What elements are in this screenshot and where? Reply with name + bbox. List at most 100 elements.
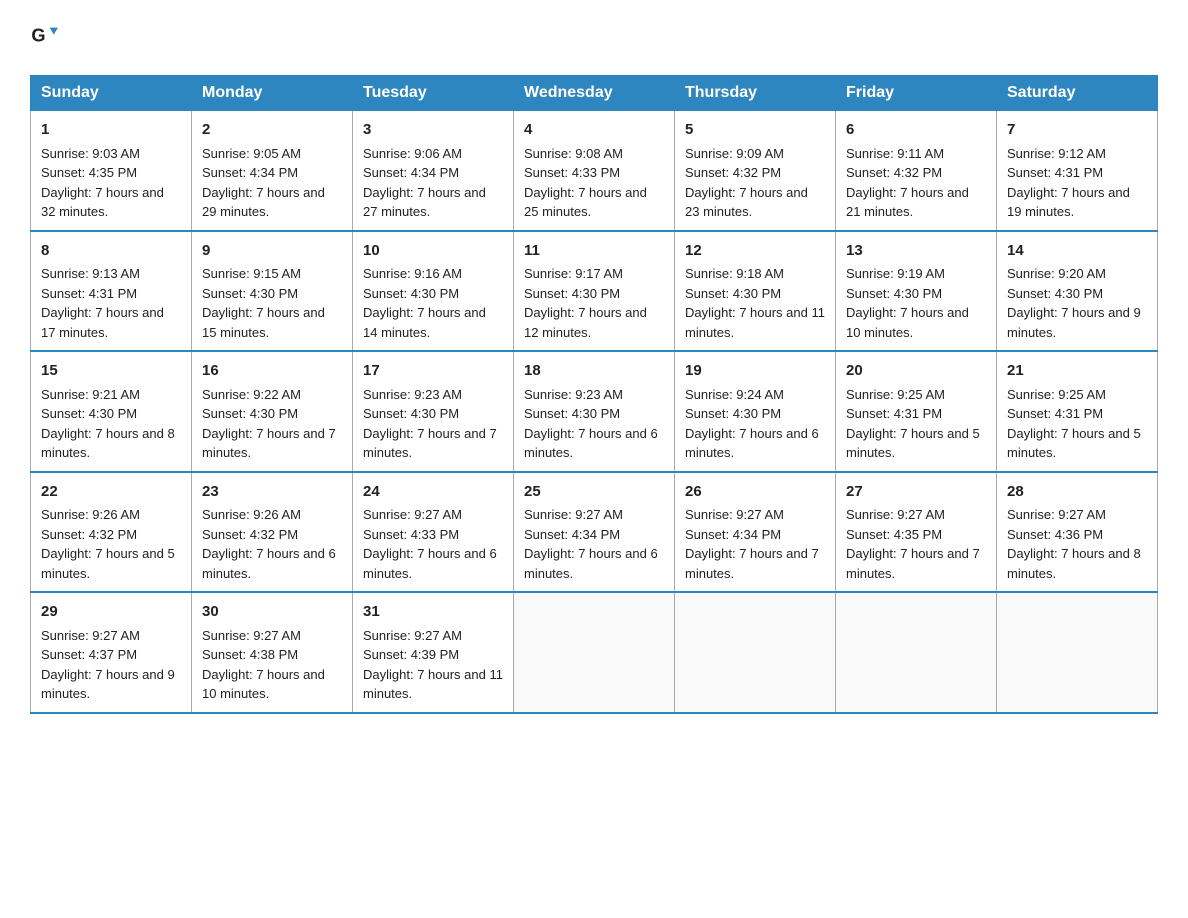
sunrise: Sunrise: 9:12 AM — [1007, 146, 1106, 161]
day-number: 2 — [202, 119, 342, 142]
daylight: Daylight: 7 hours and 6 minutes. — [685, 426, 819, 461]
day-number: 24 — [363, 481, 503, 504]
day-number: 10 — [363, 240, 503, 263]
sunrise: Sunrise: 9:17 AM — [524, 266, 623, 281]
week-row-2: 8Sunrise: 9:13 AMSunset: 4:31 PMDaylight… — [31, 231, 1158, 352]
week-row-5: 29 Sunrise: 9:27 AM Sunset: 4:37 PM Dayligh… — [31, 592, 1158, 713]
sunset: Sunset: 4:30 PM — [41, 406, 137, 421]
sunset: Sunset: 4:34 PM — [685, 527, 781, 542]
calendar-table: SundayMondayTuesdayWednesdayThursdayFrid… — [30, 75, 1158, 714]
sunrise: Sunrise: 9:26 AM — [202, 507, 301, 522]
sunrise: Sunrise: 9:08 AM — [524, 146, 623, 161]
daylight: Daylight: 7 hours and 6 minutes. — [363, 546, 497, 581]
logo: G — [30, 20, 62, 55]
day-number: 12 — [685, 240, 825, 263]
sunrise: Sunrise: 9:19 AM — [846, 266, 945, 281]
day-number: 6 — [846, 119, 986, 142]
sunset: Sunset: 4:33 PM — [363, 527, 459, 542]
sunset: Sunset: 4:35 PM — [846, 527, 942, 542]
sunset: Sunset: 4:30 PM — [1007, 286, 1103, 301]
day-number: 14 — [1007, 240, 1147, 263]
daylight: Daylight: 7 hours and 5 minutes. — [41, 546, 175, 581]
daylight: Daylight: 7 hours and 6 minutes. — [524, 426, 658, 461]
sunrise: Sunrise: 9:27 AM — [202, 628, 301, 643]
day-number: 9 — [202, 240, 342, 263]
daylight: Daylight: 7 hours and 21 minutes. — [846, 185, 969, 220]
sunrise: Sunrise: 9:27 AM — [363, 507, 462, 522]
sunrise: Sunrise: 9:24 AM — [685, 387, 784, 402]
sunrise: Sunrise: 9:25 AM — [1007, 387, 1106, 402]
daylight: Daylight: 7 hours and 7 minutes. — [846, 546, 980, 581]
sunset: Sunset: 4:37 PM — [41, 647, 137, 662]
day-number: 1 — [41, 119, 181, 142]
calendar-cell: 10Sunrise: 9:16 AMSunset: 4:30 PMDayligh… — [353, 231, 514, 352]
daylight: Daylight: 7 hours and 7 minutes. — [202, 426, 336, 461]
calendar-cell: 6Sunrise: 9:11 AMSunset: 4:32 PMDaylight… — [836, 111, 997, 231]
sunset: Sunset: 4:31 PM — [1007, 165, 1103, 180]
calendar-cell: 30Sunrise: 9:27 AMSunset: 4:38 PMDayligh… — [192, 592, 353, 713]
sunrise: Sunrise: 9:05 AM — [202, 146, 301, 161]
sunset: Sunset: 4:32 PM — [846, 165, 942, 180]
sunset: Sunset: 4:33 PM — [524, 165, 620, 180]
calendar-cell: 20Sunrise: 9:25 AMSunset: 4:31 PMDayligh… — [836, 351, 997, 472]
calendar-cell: 23Sunrise: 9:26 AMSunset: 4:32 PMDayligh… — [192, 472, 353, 593]
calendar-cell: 5Sunrise: 9:09 AMSunset: 4:32 PMDaylight… — [675, 111, 836, 231]
sunset: Sunset: 4:31 PM — [846, 406, 942, 421]
calendar-cell: 16Sunrise: 9:22 AMSunset: 4:30 PMDayligh… — [192, 351, 353, 472]
sunset: Sunset: 4:30 PM — [685, 406, 781, 421]
sunrise: Sunrise: 9:16 AM — [363, 266, 462, 281]
calendar-cell: 21Sunrise: 9:25 AMSunset: 4:31 PMDayligh… — [997, 351, 1158, 472]
sunrise: Sunrise: 9:13 AM — [41, 266, 140, 281]
sunrise: Sunrise: 9:21 AM — [41, 387, 140, 402]
calendar-cell — [997, 592, 1158, 713]
day-number: 20 — [846, 360, 986, 383]
daylight: Daylight: 7 hours and 12 minutes. — [524, 305, 647, 340]
calendar-cell: 4Sunrise: 9:08 AMSunset: 4:33 PMDaylight… — [514, 111, 675, 231]
sunrise: Sunrise: 9:23 AM — [363, 387, 462, 402]
calendar-cell: 17Sunrise: 9:23 AMSunset: 4:30 PMDayligh… — [353, 351, 514, 472]
day-number: 23 — [202, 481, 342, 504]
calendar-cell: 31Sunrise: 9:27 AMSunset: 4:39 PMDayligh… — [353, 592, 514, 713]
calendar-cell: 24 Sunrise: 9:27 AM Sunset: 4:33 PM Dayligh… — [353, 472, 514, 593]
calendar-cell: 3Sunrise: 9:06 AMSunset: 4:34 PMDaylight… — [353, 111, 514, 231]
day-number: 4 — [524, 119, 664, 142]
sunrise: Sunrise: 9:22 AM — [202, 387, 301, 402]
day-number: 17 — [363, 360, 503, 383]
sunset: Sunset: 4:30 PM — [685, 286, 781, 301]
calendar-cell: 1Sunrise: 9:03 AMSunset: 4:35 PMDaylight… — [31, 111, 192, 231]
day-number: 22 — [41, 481, 181, 504]
sunrise: Sunrise: 9:27 AM — [363, 628, 462, 643]
daylight: Daylight: 7 hours and 6 minutes. — [524, 546, 658, 581]
daylight: Daylight: 7 hours and 8 minutes. — [41, 426, 175, 461]
sunset: Sunset: 4:30 PM — [363, 286, 459, 301]
sunrise: Sunrise: 9:27 AM — [846, 507, 945, 522]
sunrise: Sunrise: 9:27 AM — [1007, 507, 1106, 522]
sunset: Sunset: 4:36 PM — [1007, 527, 1103, 542]
sunrise: Sunrise: 9:20 AM — [1007, 266, 1106, 281]
calendar-cell — [675, 592, 836, 713]
daylight: Daylight: 7 hours and 19 minutes. — [1007, 185, 1130, 220]
calendar-cell: 25Sunrise: 9:27 AMSunset: 4:34 PMDayligh… — [514, 472, 675, 593]
calendar-cell: 7Sunrise: 9:12 AMSunset: 4:31 PMDaylight… — [997, 111, 1158, 231]
calendar-cell — [836, 592, 997, 713]
sunrise: Sunrise: 9:25 AM — [846, 387, 945, 402]
week-row-3: 15Sunrise: 9:21 AMSunset: 4:30 PMDayligh… — [31, 351, 1158, 472]
day-number: 26 — [685, 481, 825, 504]
calendar-cell: 26Sunrise: 9:27 AMSunset: 4:34 PMDayligh… — [675, 472, 836, 593]
sunrise: Sunrise: 9:18 AM — [685, 266, 784, 281]
header-monday: Monday — [192, 76, 353, 111]
sunset: Sunset: 4:31 PM — [1007, 406, 1103, 421]
day-number: 29 — [41, 601, 181, 624]
sunset: Sunset: 4:35 PM — [41, 165, 137, 180]
day-number: 30 — [202, 601, 342, 624]
daylight: Daylight: 7 hours and 27 minutes. — [363, 185, 486, 220]
day-number: 25 — [524, 481, 664, 504]
daylight: Daylight: 7 hours and 17 minutes. — [41, 305, 164, 340]
logo-icon: G — [30, 22, 58, 50]
daylight: Daylight: 7 hours and 9 minutes. — [41, 667, 175, 702]
week-row-4: 22Sunrise: 9:26 AMSunset: 4:32 PMDayligh… — [31, 472, 1158, 593]
header-wednesday: Wednesday — [514, 76, 675, 111]
calendar-cell: 2Sunrise: 9:05 AMSunset: 4:34 PMDaylight… — [192, 111, 353, 231]
sunset: Sunset: 4:39 PM — [363, 647, 459, 662]
daylight: Daylight: 7 hours and 9 minutes. — [1007, 305, 1141, 340]
